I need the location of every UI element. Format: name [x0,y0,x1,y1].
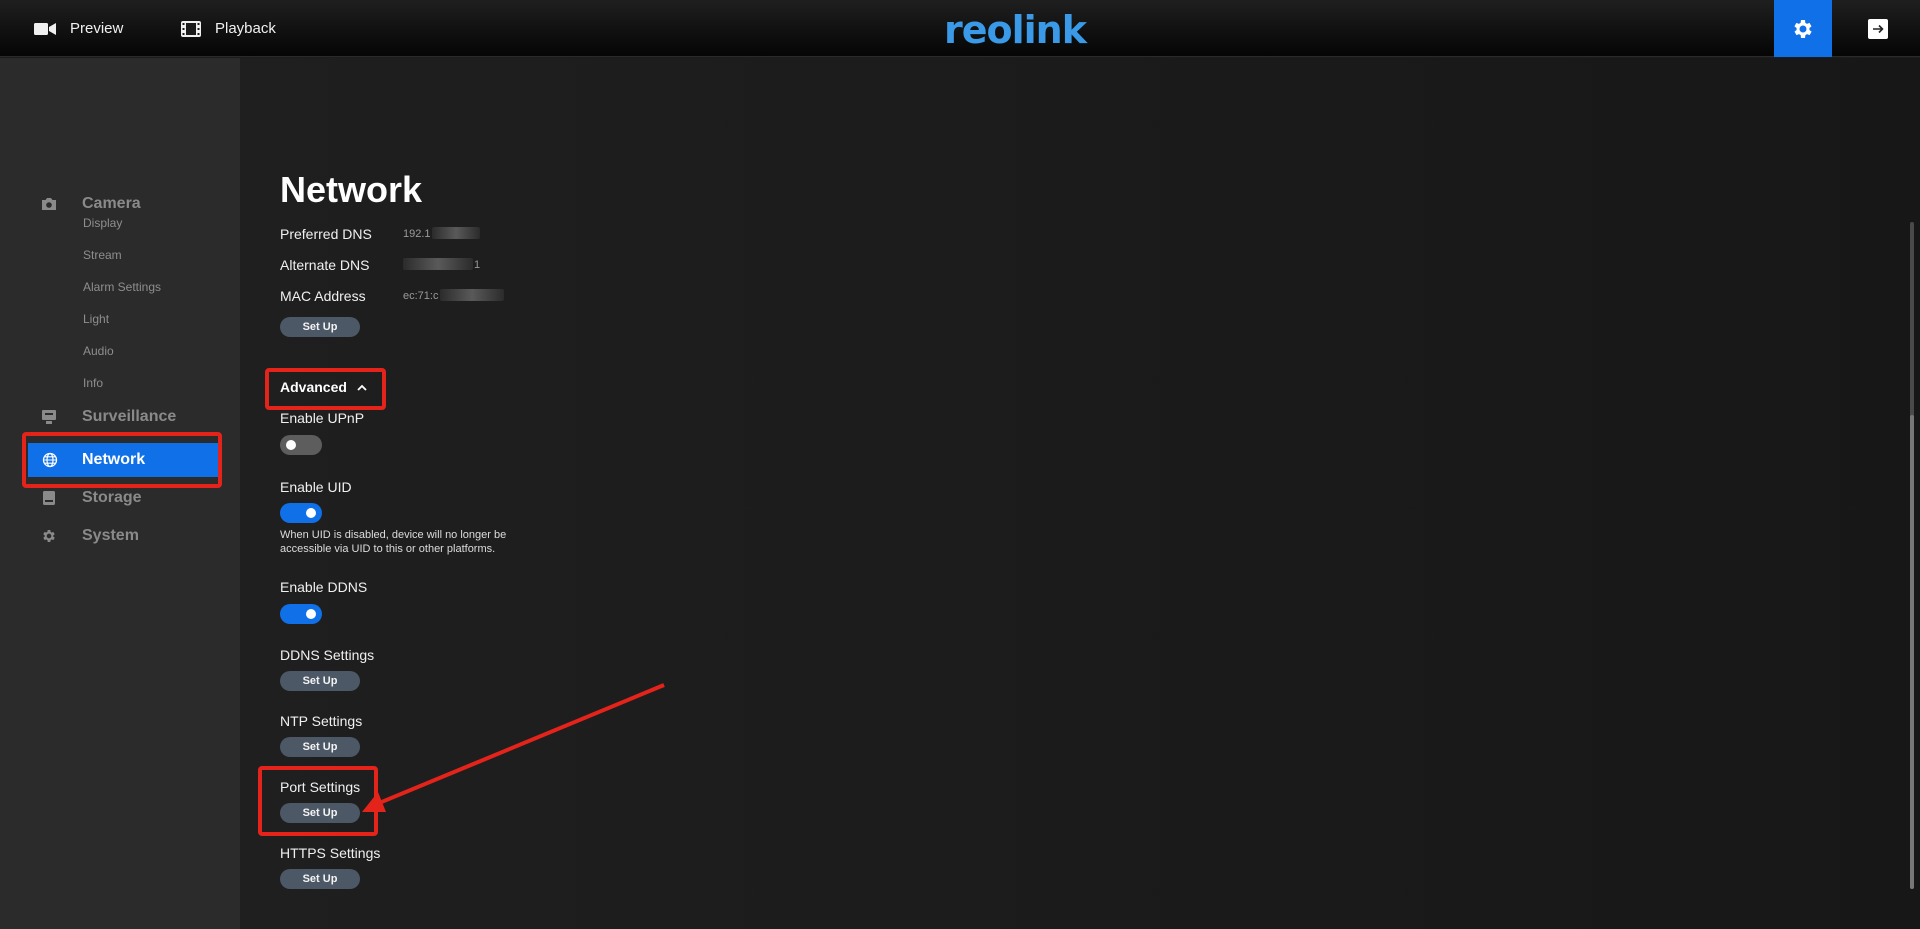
annotation-arrow [362,683,665,812]
